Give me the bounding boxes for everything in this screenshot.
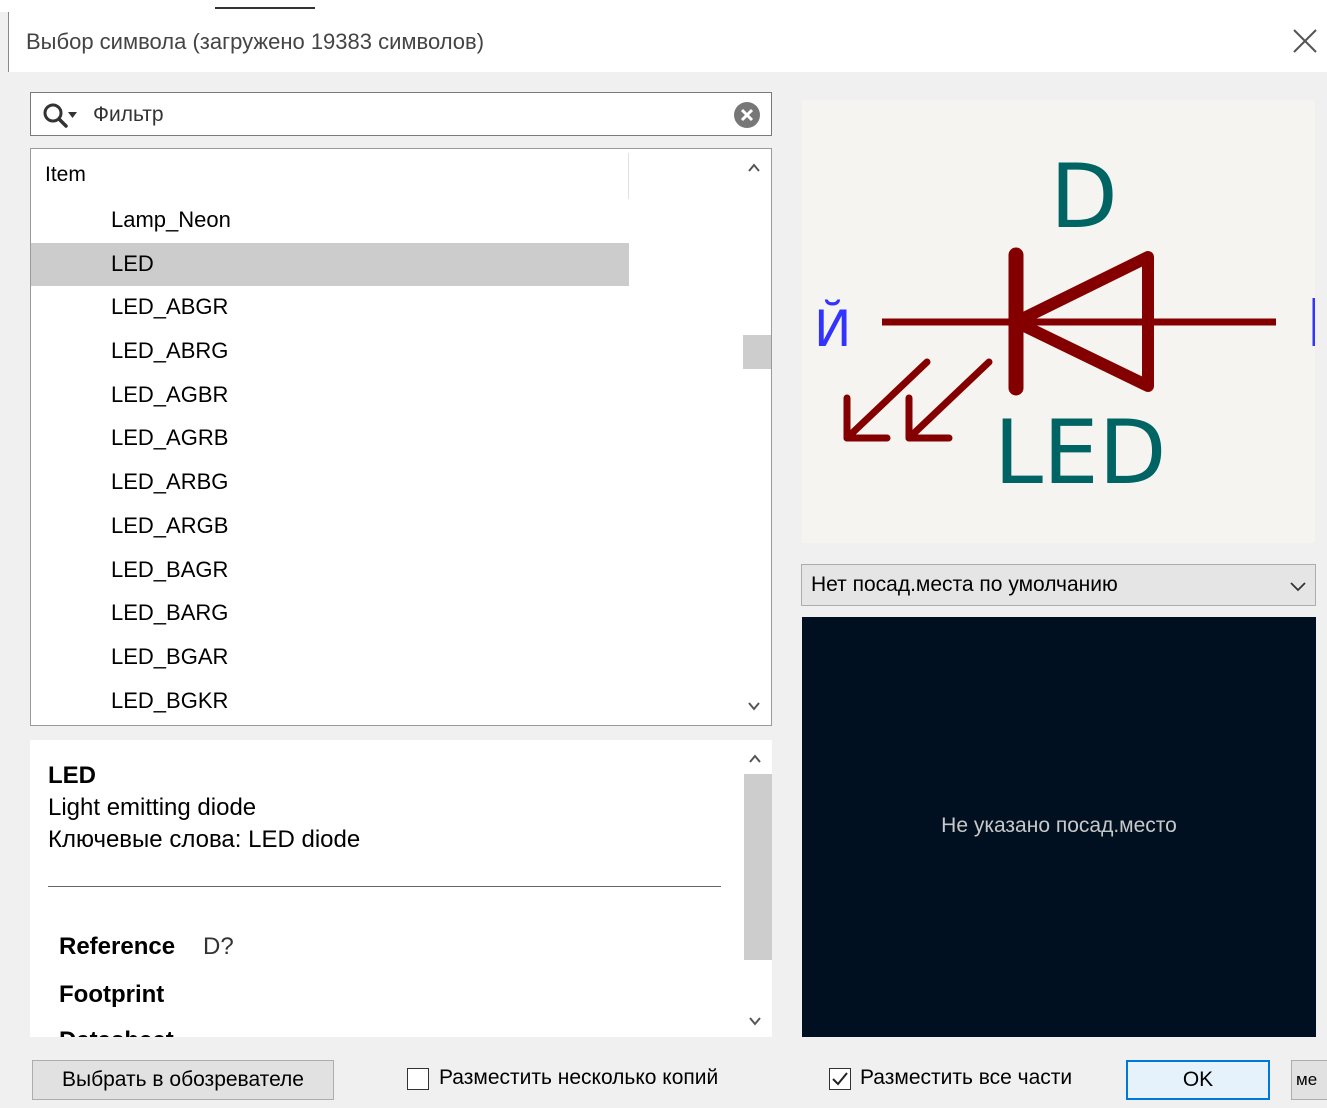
place-all-units-checkbox[interactable]	[829, 1068, 851, 1090]
column-header-item[interactable]: Item	[45, 163, 86, 187]
tree-row-label: LED_AGRB	[111, 425, 229, 451]
column-separator[interactable]	[628, 153, 629, 199]
tree-row[interactable]: LED_BGKR	[31, 680, 629, 724]
search-icon[interactable]	[41, 101, 81, 129]
details-scroll-down[interactable]	[738, 1006, 772, 1036]
tree-row-label: Lamp_Neon	[111, 207, 231, 232]
details-footprint-label: Footprint	[59, 981, 165, 1008]
place-all-units-label[interactable]: Разместить все части	[860, 1066, 1072, 1090]
tree-row[interactable]: LED_ABRG	[31, 330, 629, 374]
details-keywords: Ключевые слова: LED diode	[48, 826, 361, 853]
cancel-button[interactable]: ме	[1291, 1060, 1327, 1100]
chevron-down-icon	[749, 1017, 761, 1026]
details-symbol-name: LED	[48, 762, 96, 789]
tree-row[interactable]: LED_BARG	[31, 592, 629, 636]
tree-row-label: LED_ABGR	[111, 294, 229, 320]
details-scrollbar[interactable]	[738, 740, 772, 1037]
tree-scroll-thumb[interactable]	[743, 335, 771, 369]
light-arrows	[843, 358, 993, 442]
symbol-value-text: LED	[994, 401, 1166, 504]
top-strip-line	[215, 7, 315, 9]
details-scroll-up[interactable]	[738, 744, 772, 774]
chevron-up-icon	[749, 754, 761, 763]
tree-row[interactable]: LED_ARBG	[31, 461, 629, 505]
chevron-up-icon	[748, 163, 760, 172]
place-multiple-label[interactable]: Разместить несколько копий	[439, 1066, 718, 1090]
clear-filter-icon[interactable]	[733, 101, 761, 129]
browse-button[interactable]: Выбрать в обозревателе	[32, 1060, 334, 1100]
tree-row[interactable]: Lamp_Neon	[31, 199, 629, 243]
ok-button[interactable]: OK	[1126, 1060, 1270, 1100]
symbol-pin-text: Й	[814, 299, 851, 358]
close-icon	[1293, 29, 1317, 53]
checkmark-icon	[832, 1072, 848, 1086]
symbol-preview-canvas[interactable]: D LED Й	[802, 100, 1315, 543]
top-strip	[0, 0, 1327, 12]
details-divider	[48, 886, 721, 887]
window-title: Выбор символа (загружено 19383 символов)	[26, 29, 485, 54]
close-button[interactable]	[1288, 24, 1322, 58]
symbol-reference-text: D	[1050, 145, 1118, 248]
tree-row[interactable]: LED_ABGR	[31, 286, 629, 330]
tree-scroll-down[interactable]	[737, 691, 771, 721]
tree-scrollbar[interactable]	[737, 149, 771, 725]
chevron-down-icon	[748, 702, 760, 711]
tree-row[interactable]: LED_ARGB	[31, 505, 629, 549]
tree-row-label: LED_BGAR	[111, 643, 229, 669]
symbol-tree[interactable]: Item Lamp_Neon LED LED_ABGR LED_ABRG LED…	[30, 148, 772, 726]
details-reference-label: Reference	[59, 933, 176, 960]
footprint-select-value: Нет посад.места по умолчанию	[811, 573, 1118, 596]
tree-row-label: LED_BAGR	[111, 556, 229, 582]
tree-row-label: LED_ARGB	[111, 512, 229, 538]
title-bar: Выбор символа (загружено 19383 символов)	[8, 12, 1327, 72]
led-symbol-icon: D LED Й	[814, 145, 1315, 504]
tree-rows: Lamp_Neon LED LED_ABGR LED_ABRG LED_AGBR…	[31, 199, 741, 723]
tree-scroll-up[interactable]	[737, 153, 771, 183]
chevron-down-icon	[1290, 582, 1306, 592]
footprint-preview-canvas[interactable]: Не указано посад.место	[802, 617, 1316, 1037]
tree-row-label: LED_ARBG	[111, 469, 229, 495]
tree-row[interactable]: LED_AGRB	[31, 417, 629, 461]
tree-row[interactable]: LED_BGAR	[31, 636, 629, 680]
tree-row-label: LED_BARG	[111, 600, 229, 626]
filter-box	[30, 92, 772, 136]
details-description: Light emitting diode	[48, 794, 257, 821]
tree-row-label: LED_BGKR	[111, 687, 229, 713]
filter-input[interactable]	[91, 99, 705, 131]
tree-row[interactable]: LED_AGBR	[31, 374, 629, 418]
footprint-select[interactable]: Нет посад.места по умолчанию	[801, 564, 1316, 606]
tree-row-label: LED	[111, 250, 154, 276]
footprint-empty-message: Не указано посад.место	[941, 814, 1177, 837]
details-datasheet-label: Datasheet	[59, 1027, 174, 1037]
details-reference-value: D?	[203, 933, 234, 960]
symbol-details: LED Light emitting diode Ключевые слова:…	[30, 740, 772, 1037]
tree-row-label: LED_AGBR	[111, 381, 229, 407]
tree-row-selected[interactable]: LED	[31, 242, 629, 287]
place-multiple-checkbox[interactable]	[407, 1068, 429, 1090]
details-scroll-thumb[interactable]	[744, 774, 772, 960]
tree-row-label: LED_ABRG	[111, 338, 229, 364]
tree-row[interactable]: LED_BAGR	[31, 549, 629, 593]
tree-header[interactable]: Item	[31, 149, 629, 199]
